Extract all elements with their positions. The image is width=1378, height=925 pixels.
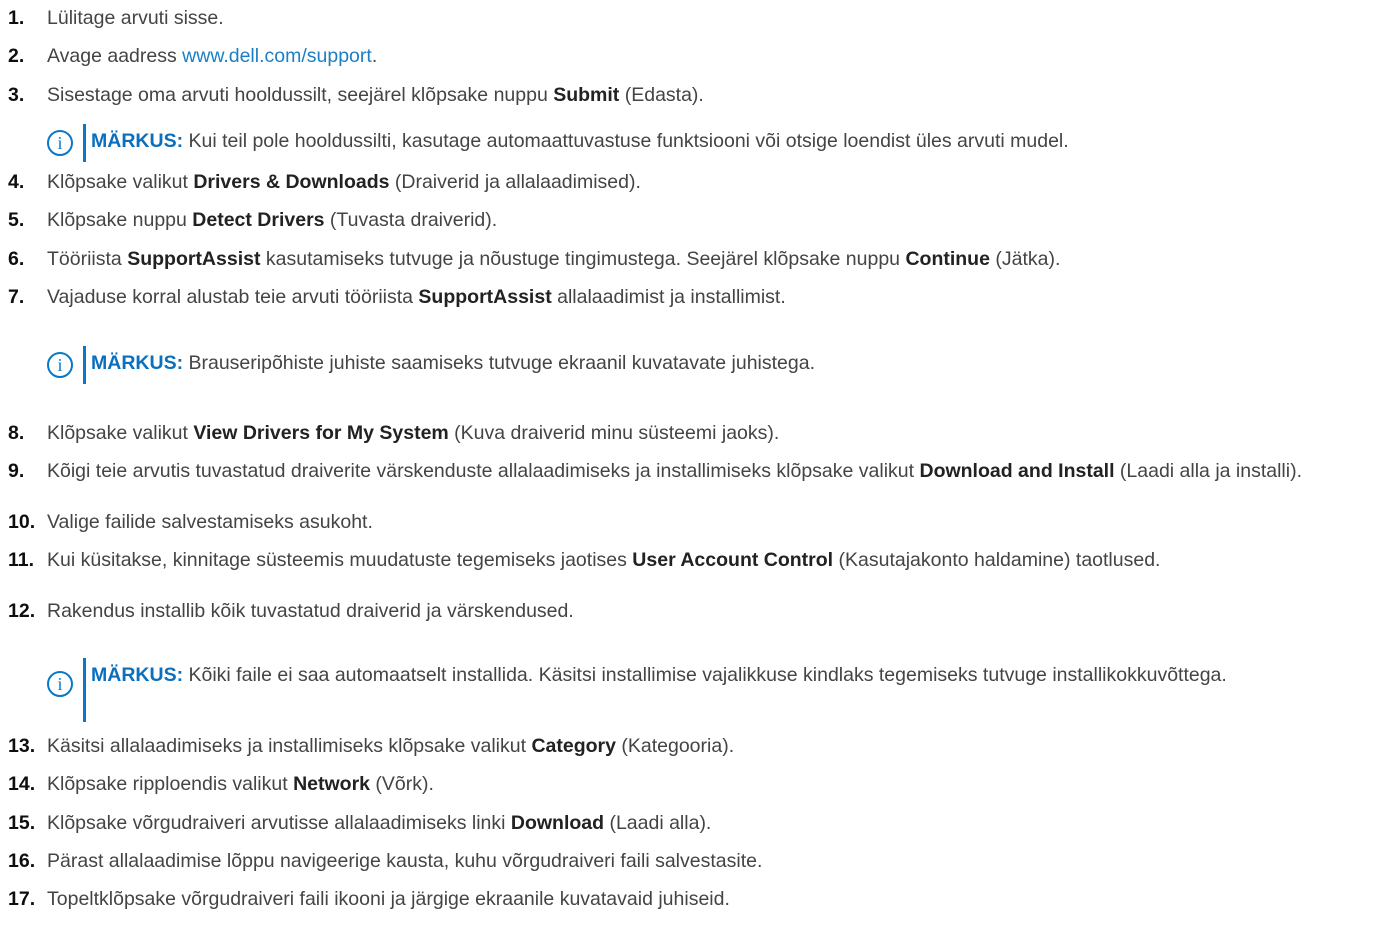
ui-term: Detect Drivers: [192, 209, 325, 231]
ui-term: SupportAssist: [418, 286, 552, 308]
step-number: 7.: [8, 286, 25, 308]
note-text: MÄRKUS: Kui teil pole hooldussilti, kasu…: [91, 124, 1378, 158]
ui-term: View Drivers for My System: [193, 422, 449, 444]
ui-term: Category: [531, 735, 616, 757]
note-divider: [83, 658, 86, 722]
step-number: 15.: [8, 812, 36, 834]
step-text: Avage aadress www.dell.com/support.: [47, 43, 1377, 69]
step-text-segment: Lülitage arvuti sisse.: [47, 7, 224, 29]
step-text-segment: Kui küsitakse, kinnitage süsteemis muuda…: [47, 549, 633, 571]
step-text-segment: (Tuvasta draiverid).: [324, 209, 498, 231]
step-text-segment: (Laadi alla ja installi).: [1114, 460, 1303, 482]
step-text: Pärast allalaadimise lõppu navigeerige k…: [47, 848, 1377, 874]
step-text-segment: Klõpsake ripploendis valikut: [47, 773, 294, 795]
note-body: Kõiki faile ei saa automaatselt installi…: [183, 664, 1227, 686]
instructions-document: 1. Lülitage arvuti sisse. 2. Avage aadress …: [0, 0, 1378, 925]
step-text-segment: (Kategooria).: [615, 735, 735, 757]
note-divider: [83, 124, 86, 162]
note-text: MÄRKUS: Kõiki faile ei saa automaatselt …: [91, 658, 1281, 692]
step-number: 2.: [8, 45, 25, 67]
step-text-segment: Kõigi teie arvutis tuvastatud draiverite…: [47, 460, 920, 482]
step-text: Tööriista SupportAssist kasutamiseks tut…: [47, 246, 1377, 272]
step-text-segment: Käsitsi allalaadimiseks ja installimisek…: [47, 735, 532, 757]
step-number: 14.: [8, 773, 36, 795]
step-text-segment: (Draiverid ja allalaadimised).: [389, 171, 641, 193]
step-text: Kõigi teie arvutis tuvastatud draiverite…: [47, 458, 1377, 484]
step-number: 1.: [8, 7, 25, 29]
step-text: Klõpsake nuppu Detect Drivers (Tuvasta d…: [47, 207, 1377, 233]
ui-term: Submit: [553, 84, 620, 106]
step-text: Klõpsake ripploendis valikut Network (Võ…: [47, 771, 1377, 797]
step-text: Sisestage oma arvuti hooldussilt, seejär…: [47, 82, 1377, 108]
info-icon: i: [47, 130, 73, 156]
step-number: 17.: [8, 888, 36, 910]
ui-term: Download and Install: [919, 460, 1115, 482]
step-text-segment: (Jätka).: [989, 248, 1061, 270]
step-number: 13.: [8, 735, 36, 757]
step-number: 3.: [8, 84, 25, 106]
note-divider: [83, 346, 86, 384]
step-text: Vajaduse korral alustab teie arvuti töör…: [47, 284, 1377, 310]
ui-term: Download: [510, 812, 605, 834]
ui-term: SupportAssist: [127, 248, 261, 270]
ui-term: Network: [293, 773, 370, 795]
step-text: Klõpsake võrgudraiveri arvutisse allalaa…: [47, 810, 1377, 836]
ui-term: User Account Control: [632, 549, 834, 571]
step-number: 11.: [8, 549, 35, 571]
step-text-segment: Avage aadress: [47, 45, 183, 67]
step-text: Topeltklõpsake võrgudraiveri faili ikoon…: [47, 886, 1377, 912]
step-text-segment: .: [371, 45, 378, 67]
step-text-segment: (Võrk).: [370, 773, 434, 795]
note-body: Brauseripõhiste juhiste saamiseks tutvug…: [183, 352, 816, 374]
note-body: Kui teil pole hooldussilti, kasutage aut…: [183, 130, 1069, 152]
step-text-segment: Klõpsake valikut: [47, 422, 194, 444]
step-text-segment: Sisestage oma arvuti hooldussilt, seejär…: [47, 84, 554, 106]
step-number: 8.: [8, 422, 25, 444]
step-text: Kui küsitakse, kinnitage süsteemis muuda…: [47, 547, 1337, 573]
step-number: 5.: [8, 209, 25, 231]
step-text-segment: (Kasutajakonto haldamine) taotlused.: [833, 549, 1161, 571]
step-text-segment: Vajaduse korral alustab teie arvuti töör…: [47, 286, 419, 308]
note-callout: i MÄRKUS: Kui teil pole hooldussilti, kas…: [47, 124, 1377, 162]
step-text-segment: Klõpsake nuppu: [47, 209, 193, 231]
ui-term: Drivers & Downloads: [193, 171, 390, 193]
step-number: 4.: [8, 171, 25, 193]
step-text: Klõpsake valikut Drivers & Downloads (Dr…: [47, 169, 1377, 195]
info-icon: i: [47, 352, 73, 378]
step-text: Valige failide salvestamiseks asukoht.: [47, 509, 1377, 535]
step-text-segment: (Edasta).: [619, 84, 704, 106]
note-label: MÄRKUS:: [91, 352, 184, 374]
step-text: Lülitage arvuti sisse.: [47, 5, 1377, 31]
step-number: 16.: [8, 850, 36, 872]
step-text-segment: Valige failide salvestamiseks asukoht.: [47, 511, 373, 533]
step-text-segment: Pärast allalaadimise lõppu navigeerige k…: [47, 850, 763, 872]
step-text-segment: Topeltklõpsake võrgudraiveri faili ikoon…: [47, 888, 730, 910]
step-number: 9.: [8, 460, 25, 482]
note-text: MÄRKUS: Brauseripõhiste juhiste saamisek…: [91, 346, 1378, 380]
note-callout: i MÄRKUS: Brauseripõhiste juhiste saamise…: [47, 346, 1377, 384]
step-number: 12.: [8, 600, 36, 622]
note-label: MÄRKUS:: [91, 664, 184, 686]
step-text: Rakendus installib kõik tuvastatud draiv…: [47, 598, 1377, 624]
step-text-segment: Tööriista: [47, 248, 128, 270]
step-text-segment: Klõpsake valikut: [47, 171, 194, 193]
step-text-segment: (Laadi alla).: [604, 812, 712, 834]
step-text-segment: Klõpsake võrgudraiveri arvutisse allalaa…: [47, 812, 511, 834]
step-text-segment: (Kuva draiverid minu süsteemi jaoks).: [448, 422, 780, 444]
step-text: Käsitsi allalaadimiseks ja installimisek…: [47, 733, 1377, 759]
step-text-segment: allalaadimist ja installimist.: [551, 286, 786, 308]
note-callout: i MÄRKUS: Kõiki faile ei saa automaatselt…: [47, 658, 1377, 722]
step-text-segment: kasutamiseks tutvuge ja nõustuge tingimu…: [260, 248, 906, 270]
step-number: 10.: [8, 511, 36, 533]
support-link[interactable]: www.dell.com/support: [182, 45, 372, 67]
step-number: 6.: [8, 248, 25, 270]
step-text: Klõpsake valikut View Drivers for My Sys…: [47, 420, 1377, 446]
ui-term: Continue: [905, 248, 990, 270]
info-icon: i: [47, 671, 73, 697]
note-label: MÄRKUS:: [91, 130, 184, 152]
step-text-segment: Rakendus installib kõik tuvastatud draiv…: [47, 600, 574, 622]
